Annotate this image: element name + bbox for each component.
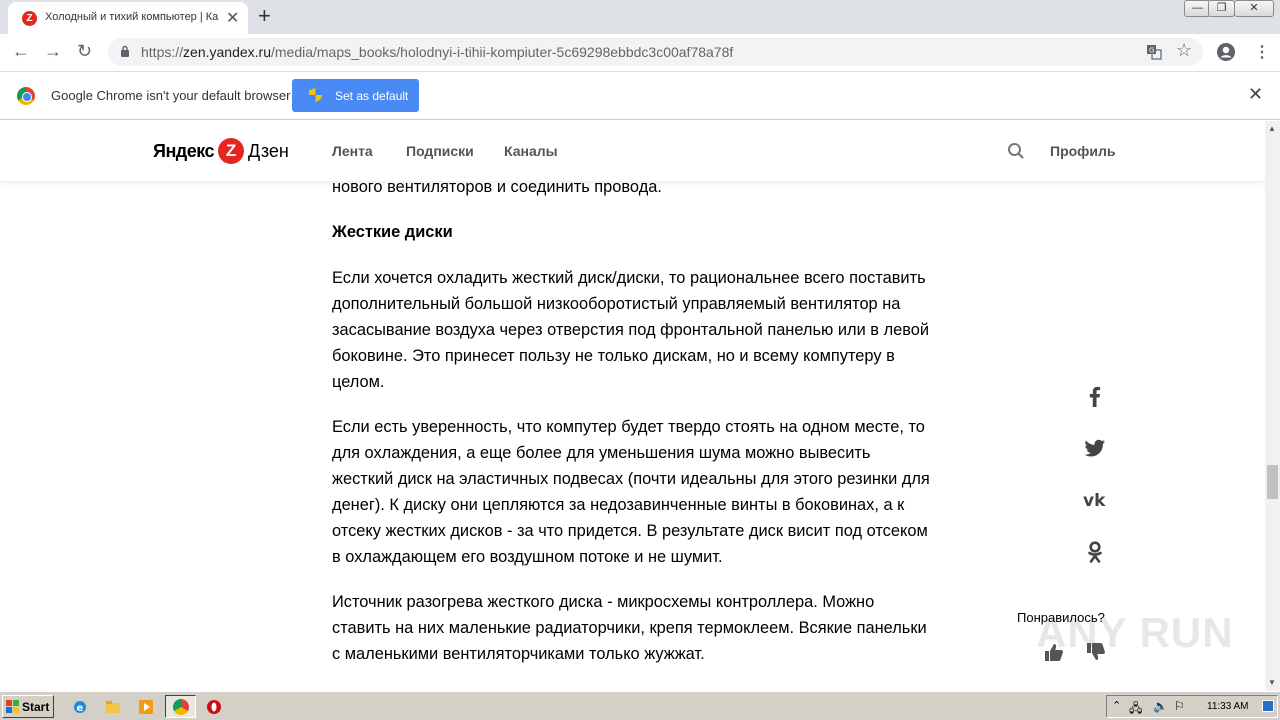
show-desktop-icon[interactable] (1262, 700, 1274, 712)
profile-link[interactable]: Профиль (1050, 143, 1116, 159)
section-heading: Жесткие диски (332, 223, 453, 241)
url-text: https://zen.yandex.ru/media/maps_books/h… (141, 44, 734, 60)
start-button[interactable]: Start (2, 695, 54, 718)
restore-button[interactable]: ❐ (1208, 0, 1235, 17)
volume-icon[interactable]: 🔈 (1153, 699, 1168, 713)
infobar-close-icon[interactable]: ✕ (1248, 84, 1263, 105)
scroll-thumb[interactable] (1267, 465, 1278, 499)
feedback-question: Понравилось? (1017, 610, 1105, 625)
minimize-button[interactable]: — (1184, 0, 1211, 17)
set-as-default-label: Set as default (335, 89, 409, 103)
tab-title: Холодный и тихий компьютер | Ка (45, 11, 219, 23)
zen-logo-icon: Z (218, 138, 245, 164)
network-icon[interactable]: 🖧 (1129, 699, 1142, 720)
windows-taskbar: Start e ⌃ 🖧 🔈 ⚐ 11:33 AM (0, 691, 1280, 720)
logo-yandex-text: Яндекс (153, 140, 215, 161)
account-icon[interactable] (1216, 42, 1236, 62)
zen-favicon-icon: Z (22, 11, 37, 26)
windows-flag-icon (6, 700, 19, 713)
internet-explorer-icon[interactable]: e (72, 699, 88, 715)
browser-tab[interactable]: Z Холодный и тихий компьютер | Ка ✕ (8, 2, 248, 34)
infobar-message: Google Chrome isn't your default browser (51, 88, 291, 103)
svg-text:G: G (1149, 47, 1154, 55)
clock: 11:33 AM (1207, 701, 1249, 712)
chrome-icon (173, 699, 189, 715)
nav-subscriptions[interactable]: Подписки (406, 143, 474, 159)
yandex-zen-logo[interactable]: Яндекс Z Дзен (153, 138, 289, 164)
tab-close-icon[interactable]: ✕ (226, 8, 239, 28)
menu-kebab-icon[interactable]: ⋮ (1254, 42, 1270, 62)
bookmark-star-icon[interactable]: ☆ (1176, 40, 1192, 61)
new-tab-button[interactable]: + (258, 3, 271, 29)
browser-toolbar: ← → ↻ https://zen.yandex.ru/media/maps_b… (0, 34, 1280, 72)
lock-icon (121, 45, 129, 57)
twitter-icon[interactable] (1082, 435, 1108, 461)
svg-text:vk: vk (1083, 491, 1106, 511)
search-icon[interactable] (1007, 142, 1025, 160)
media-player-icon[interactable] (138, 699, 154, 715)
article-paragraph: Источник разогрева жесткого диска - микр… (332, 593, 927, 663)
translate-icon[interactable]: G (1146, 44, 1162, 60)
web-page: нового вентиляторов и соединить провода.… (0, 121, 1265, 691)
chrome-taskbar-button[interactable] (165, 695, 196, 718)
tab-strip: Z Холодный и тихий компьютер | Ка ✕ + — … (0, 0, 1280, 34)
address-bar[interactable]: https://zen.yandex.ru/media/maps_books/h… (108, 38, 1203, 66)
page-scrollbar[interactable]: ▲ ▼ (1265, 121, 1280, 691)
vk-icon[interactable]: vk (1082, 487, 1108, 513)
logo-zen-text: Дзен (248, 140, 289, 161)
show-hidden-icons-icon[interactable]: ⌃ (1112, 699, 1121, 712)
close-window-button[interactable]: ✕ (1234, 0, 1274, 17)
site-header: Яндекс Z Дзен Лента Подписки Каналы Проф… (0, 121, 1265, 181)
nav-channels[interactable]: Каналы (504, 143, 558, 159)
back-icon[interactable]: ← (12, 41, 30, 62)
scroll-up-arrow-icon[interactable]: ▲ (1268, 124, 1276, 133)
set-as-default-button[interactable]: Set as default (292, 79, 419, 112)
chrome-logo-icon (17, 87, 35, 105)
nav-feed[interactable]: Лента (332, 143, 373, 159)
article-paragraph: Если хочется охладить жесткий диск/диски… (332, 269, 930, 391)
system-tray: ⌃ 🖧 🔈 ⚐ (1106, 695, 1278, 718)
facebook-icon[interactable] (1082, 383, 1108, 409)
odnoklassniki-icon[interactable] (1082, 539, 1108, 565)
svg-text:e: e (77, 703, 84, 714)
scroll-down-arrow-icon[interactable]: ▼ (1268, 678, 1276, 687)
shield-icon (309, 88, 322, 102)
article-body: нового вентиляторов и соединить провода.… (332, 121, 932, 686)
start-label: Start (22, 700, 50, 714)
file-explorer-icon[interactable] (105, 699, 121, 715)
action-center-icon[interactable]: ⚐ (1174, 699, 1185, 713)
opera-icon[interactable] (206, 699, 222, 715)
forward-icon[interactable]: → (44, 41, 62, 62)
article-paragraph: Если есть уверенность, что компутер буде… (332, 418, 930, 566)
thumbs-down-icon[interactable] (1085, 641, 1107, 663)
thumbs-up-icon[interactable] (1043, 641, 1065, 663)
default-browser-infobar: Google Chrome isn't your default browser… (0, 72, 1280, 120)
reload-icon[interactable]: ↻ (77, 41, 92, 62)
